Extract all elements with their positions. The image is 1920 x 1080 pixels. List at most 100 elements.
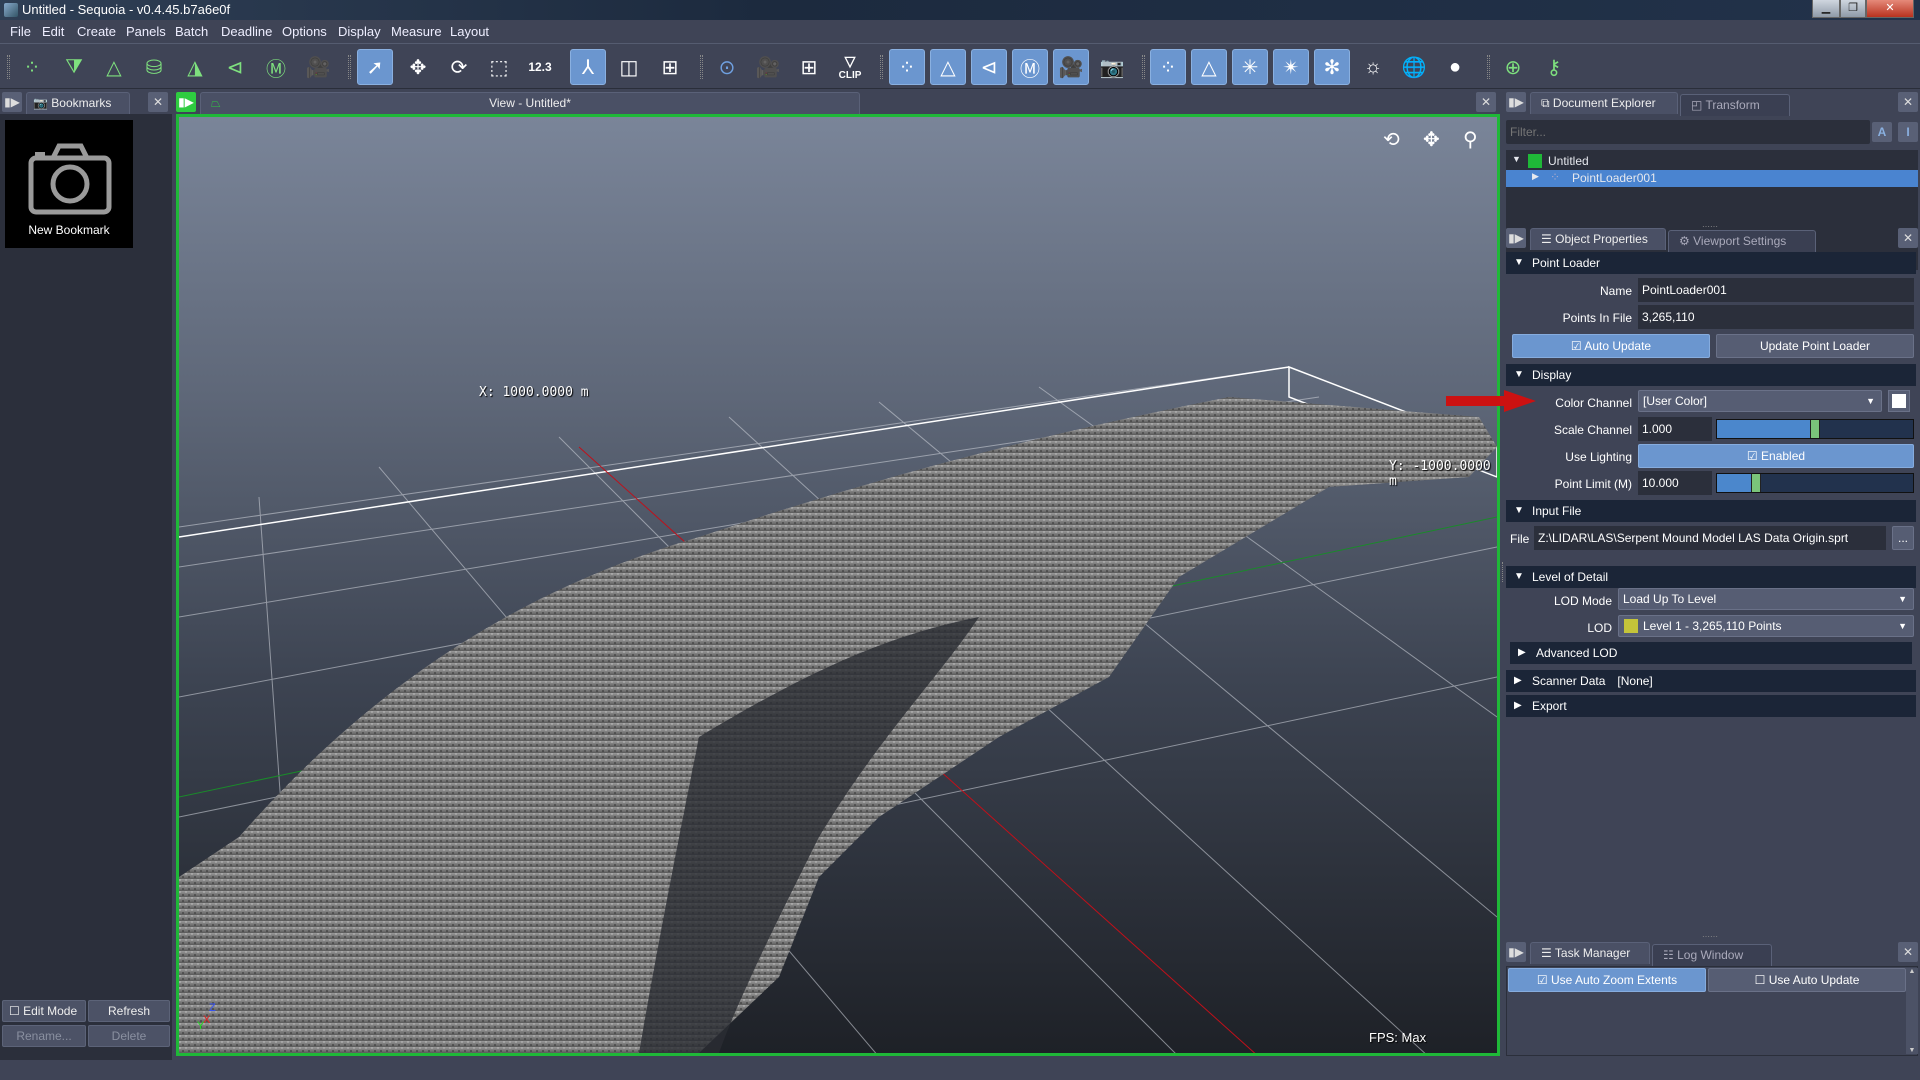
match-text-icon[interactable]: I (1898, 122, 1918, 142)
grid-floor-icon[interactable]: ⊞ (791, 49, 827, 85)
close-panel-button[interactable]: ✕ (1898, 228, 1918, 248)
3d-viewport[interactable]: X: 1000.0000 m Y: -1000.0000 m FPS: Max … (176, 114, 1500, 1056)
show-points-icon[interactable]: ⁘ (889, 49, 925, 85)
toolbar-grip[interactable] (1142, 55, 1145, 79)
add-mesher-icon[interactable]: △ (96, 49, 132, 85)
scroll-down-icon[interactable]: ▼ (1906, 1047, 1918, 1054)
show-cameras-icon[interactable]: 🎥 (1053, 49, 1089, 85)
points-light-icon[interactable]: ✳ (1232, 49, 1268, 85)
rotate-icon[interactable]: ⟳ (441, 49, 477, 85)
scale-channel-slider[interactable] (1716, 419, 1914, 439)
panel-toggle-button[interactable]: ▮▶ (2, 92, 22, 112)
menu-panels[interactable]: Panels (126, 24, 166, 39)
menu-layout[interactable]: Layout (450, 24, 489, 39)
rename-button[interactable]: Rename... (2, 1025, 86, 1047)
camera-ground-icon[interactable]: 🎥 (750, 49, 786, 85)
tab-bookmarks[interactable]: 📷 Bookmarks (26, 92, 130, 114)
tab-object-properties[interactable]: ☰ Object Properties (1530, 228, 1666, 250)
refresh-button[interactable]: Refresh (88, 1000, 170, 1022)
move-icon[interactable]: ✥ (400, 49, 436, 85)
points-id-icon[interactable]: ⁘ (1150, 49, 1186, 85)
add-mesh-filter-icon[interactable]: ⧩ (56, 49, 92, 85)
file-path-field[interactable]: Z:\LIDAR\LAS\Serpent Mound Model LAS Dat… (1534, 526, 1886, 550)
section-input-file[interactable]: ▼ Input File (1506, 500, 1916, 522)
measure-icon[interactable]: 12.3 (522, 49, 558, 85)
lod-mode-dropdown[interactable]: Load Up To Level ▼ (1618, 588, 1914, 610)
color-channel-dropdown[interactable]: [User Color] ▼ (1638, 390, 1882, 412)
wireframe-sphere-icon[interactable]: 🌐 (1396, 49, 1432, 85)
menu-batch[interactable]: Batch (175, 24, 208, 39)
scroll-up-icon[interactable]: ▲ (1906, 968, 1918, 975)
add-marker-icon[interactable]: Ⓜ (258, 49, 294, 85)
menu-options[interactable]: Options (282, 24, 327, 39)
pan-icon[interactable]: ✥ (1423, 127, 1440, 152)
shaded-sphere-icon[interactable]: ● (1437, 49, 1473, 85)
auto-zoom-extents-toggle[interactable]: ☑ Use Auto Zoom Extents (1508, 968, 1706, 992)
expand-arrow-icon[interactable]: ▼ (1512, 154, 1521, 164)
perspective-cube-icon[interactable]: ◫ (611, 49, 647, 85)
menu-deadline[interactable]: Deadline (221, 24, 272, 39)
add-ground-plane-icon[interactable]: ⊕ (1495, 49, 1531, 85)
tree-item-untitled[interactable]: ▼ Untitled (1506, 152, 1918, 170)
menu-display[interactable]: Display (338, 24, 381, 39)
add-ml-icon[interactable]: ⛁ (136, 49, 172, 85)
add-camera-frustum-icon[interactable]: ⊲ (217, 49, 253, 85)
scrollbar[interactable]: ▲ ▼ (1906, 968, 1918, 1054)
tab-transform[interactable]: ◰ Transform (1680, 94, 1790, 116)
use-lighting-toggle[interactable]: ☑ Enabled (1638, 444, 1914, 468)
scale-channel-field[interactable]: 1.000 (1638, 417, 1712, 441)
splitter-handle[interactable]: ⋯⋯ (1702, 932, 1718, 941)
toolbar-grip[interactable] (1487, 55, 1490, 79)
tab-task-manager[interactable]: ☰ Task Manager (1530, 942, 1650, 964)
tab-viewport-settings[interactable]: ⚙ Viewport Settings (1668, 230, 1816, 252)
toolbar-grip[interactable] (700, 55, 703, 79)
minimize-button[interactable]: ▁ (1812, 0, 1840, 18)
slider-handle[interactable] (1810, 420, 1820, 438)
section-advanced-lod[interactable]: ▶ Advanced LOD (1510, 642, 1912, 664)
menu-measure[interactable]: Measure (391, 24, 442, 39)
filter-text[interactable] (1506, 120, 1870, 144)
toolbar-grip[interactable] (348, 55, 351, 79)
add-mesh-points-icon[interactable]: ◮ (177, 49, 213, 85)
filter-input[interactable] (1506, 120, 1870, 144)
section-scanner-data[interactable]: ▶ Scanner Data [None] (1506, 670, 1916, 692)
section-level-of-detail[interactable]: ▼ Level of Detail (1506, 566, 1916, 588)
zoom-extents-icon[interactable]: ⊙ (709, 49, 745, 85)
tab-log-window[interactable]: ☷ Log Window (1652, 944, 1772, 966)
section-point-loader[interactable]: ▼ Point Loader (1506, 252, 1916, 274)
menu-file[interactable]: File (10, 24, 31, 39)
maximize-button[interactable]: ❐ (1840, 0, 1866, 18)
delete-button[interactable]: Delete (88, 1025, 170, 1047)
slider-handle[interactable] (1751, 474, 1762, 492)
toolbar-grip[interactable] (880, 55, 883, 79)
show-meshes-icon[interactable]: △ (930, 49, 966, 85)
section-export[interactable]: ▶ Export (1506, 695, 1916, 717)
add-point-loader-icon[interactable]: ⁘ (14, 49, 50, 85)
clip-icon[interactable]: ▽ CLIP (832, 49, 868, 85)
panel-toggle-button[interactable]: ▮▶ (1506, 228, 1526, 248)
add-camera-icon[interactable]: 🎥 (300, 49, 336, 85)
scale-icon[interactable]: ⬚ (481, 49, 517, 85)
match-case-icon[interactable]: A (1872, 122, 1892, 142)
use-auto-update-toggle[interactable]: ☐ Use Auto Update (1708, 968, 1906, 992)
zoom-icon[interactable]: ⚲ (1463, 127, 1478, 152)
mesh-light-icon[interactable]: ✴ (1273, 49, 1309, 85)
auto-update-toggle[interactable]: ☑ Auto Update (1512, 334, 1710, 358)
viewport-toggle-button[interactable]: ▮▶ (176, 92, 196, 112)
close-panel-button[interactable]: ✕ (1898, 92, 1918, 112)
point-limit-field[interactable]: 10.000 (1638, 471, 1712, 495)
show-markers-icon[interactable]: Ⓜ (1012, 49, 1048, 85)
close-panel-button[interactable]: ✕ (148, 92, 168, 112)
browse-file-button[interactable]: ... (1892, 526, 1914, 550)
lod-dropdown[interactable]: Level 1 - 3,265,110 Points ▼ (1618, 615, 1914, 637)
tab-document-explorer[interactable]: ⧉ Document Explorer (1530, 92, 1678, 114)
panel-toggle-button[interactable]: ▮▶ (1506, 92, 1526, 112)
bookmark-item[interactable]: New Bookmark (5, 120, 133, 248)
close-panel-button[interactable]: ✕ (1898, 942, 1918, 962)
quad-view-icon[interactable]: ⊞ (652, 49, 688, 85)
axis-view-icon[interactable]: ⅄ (570, 49, 606, 85)
headlight-icon[interactable]: ☼ (1355, 49, 1391, 85)
close-window-button[interactable]: ✕ (1866, 0, 1914, 18)
tab-viewport[interactable]: ⏢ View - Untitled* (200, 92, 860, 114)
panel-toggle-button[interactable]: ▮▶ (1506, 942, 1526, 962)
